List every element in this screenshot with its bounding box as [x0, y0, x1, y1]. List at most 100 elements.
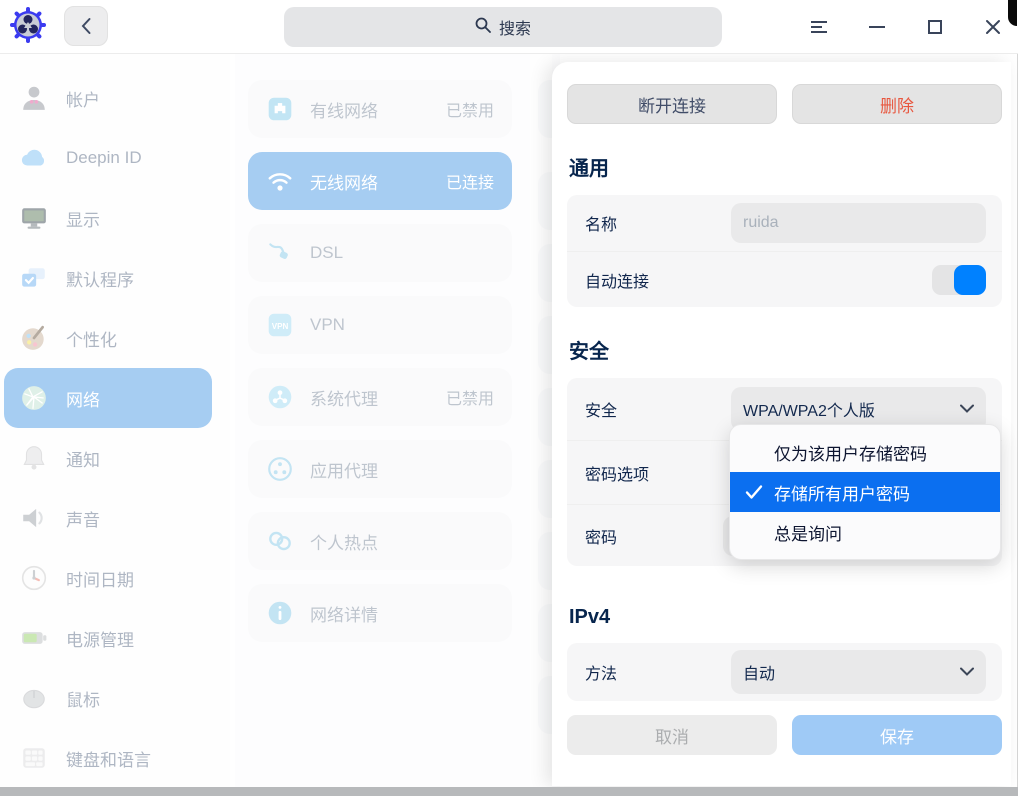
network-item-vpn[interactable]: VPN VPN — [248, 296, 512, 354]
delete-button[interactable]: 删除 — [792, 84, 1002, 124]
control-center-window: 搜索 帐户 Deepin ID 显示 默认程序个性化网络通知声音时间日期电源管理鼠标键… — [0, 0, 1018, 796]
bell-icon — [20, 444, 48, 472]
sidebar-item-keyboard[interactable]: 键盘和语言 — [4, 728, 212, 788]
network-item-dsl[interactable]: DSL — [248, 224, 512, 282]
hotspot-icon — [266, 527, 294, 555]
sidebar-item-network[interactable]: 网络 — [4, 368, 212, 428]
dsl-icon — [266, 239, 294, 267]
password-option-label: 密码选项 — [585, 466, 650, 484]
cloud-icon — [20, 144, 48, 172]
network-item-hotspot[interactable]: 个人热点 — [248, 512, 512, 570]
network-item-wired[interactable]: 有线网络 已禁用 — [248, 80, 512, 138]
battery-icon — [20, 624, 48, 652]
security-label: 安全 — [585, 403, 618, 420]
sidebar-item-label: 通知 — [66, 450, 100, 470]
window-corner-backdrop — [1008, 0, 1017, 26]
default-apps-icon — [20, 264, 48, 292]
minimize-icon[interactable] — [862, 12, 892, 42]
network-item-wireless[interactable]: 无线网络 已连接 — [248, 152, 512, 210]
palette-icon — [20, 324, 48, 352]
network-item-label: 个人热点 — [310, 533, 378, 553]
network-item-app-proxy[interactable]: 应用代理 — [248, 440, 512, 498]
search-placeholder: 搜索 — [498, 21, 531, 38]
toggle-knob — [954, 264, 986, 295]
vpn-icon: VPN — [266, 311, 294, 339]
network-item-net-details[interactable]: 网络详情 — [248, 584, 512, 642]
sidebar-item-datetime[interactable]: 时间日期 — [4, 548, 212, 608]
sidebar-item-label: 个性化 — [66, 330, 117, 350]
name-value: ruida — [743, 214, 779, 231]
menu-item[interactable]: 存储所有用户密码 — [730, 472, 1000, 512]
info-icon — [266, 599, 294, 627]
network-item-label: VPN — [310, 315, 345, 334]
search-icon — [475, 17, 491, 38]
svg-text:VPN: VPN — [272, 322, 289, 331]
general-section-title: 通用 — [569, 158, 609, 180]
general-group: 名称 ruida 自动连接 — [567, 195, 1002, 307]
sidebar-item-label: 声音 — [66, 510, 100, 530]
autoconnect-toggle[interactable] — [932, 264, 986, 295]
clock-icon — [20, 564, 48, 592]
sidebar-item-personalization[interactable]: 个性化 — [4, 308, 212, 368]
sidebar-item-label: 时间日期 — [66, 570, 134, 590]
titlebar: 搜索 — [0, 0, 1018, 54]
disconnect-button[interactable]: 断开连接 — [567, 84, 777, 124]
menu-item-label: 总是询问 — [774, 524, 842, 544]
autoconnect-row: 自动连接 — [567, 251, 1002, 307]
name-row: 名称 ruida — [567, 195, 1002, 251]
menu-item-label: 仅为该用户存储密码 — [774, 444, 927, 464]
sidebar-item-power[interactable]: 电源管理 — [4, 608, 212, 668]
network-type-list: 有线网络 已禁用 无线网络 已连接 DSL VPN VPN 系统代理 已禁用 应用代理 个人热点 网络… — [235, 54, 530, 787]
sidebar-item-sound[interactable]: 声音 — [4, 488, 212, 548]
method-label: 方法 — [585, 666, 618, 683]
app-proxy-icon — [266, 455, 294, 483]
close-icon[interactable] — [978, 12, 1008, 42]
network-globe-icon — [20, 384, 48, 412]
search-input[interactable]: 搜索 — [284, 7, 722, 47]
maximize-icon[interactable] — [920, 12, 950, 42]
chevron-down-icon — [960, 400, 974, 418]
display-icon — [20, 204, 48, 232]
menu-item-label: 存储所有用户密码 — [774, 484, 910, 504]
menu-item[interactable]: 总是询问 — [735, 512, 995, 552]
method-select[interactable]: 自动 — [731, 650, 986, 694]
sidebar-item-accounts[interactable]: 帐户 — [4, 68, 212, 128]
sidebar-item-default-apps[interactable]: 默认程序 — [4, 248, 212, 308]
security-section-title: 安全 — [569, 341, 609, 363]
back-button[interactable] — [64, 6, 108, 46]
window-controls — [804, 0, 1008, 54]
cancel-button[interactable]: 取消 — [567, 715, 777, 755]
sidebar-item-deepin-id[interactable]: Deepin ID — [4, 128, 212, 188]
sidebar-item-mouse[interactable]: 鼠标 — [4, 668, 212, 728]
status-badge: 已禁用 — [445, 103, 494, 120]
name-label: 名称 — [585, 217, 618, 234]
chevron-down-icon — [960, 663, 974, 681]
sidebar-item-label: Deepin ID — [66, 148, 142, 167]
network-item-label: 系统代理 — [310, 389, 378, 409]
sidebar-item-label: 帐户 — [66, 90, 100, 110]
sidebar-item-label: 电源管理 — [66, 630, 134, 650]
wifi-icon — [266, 167, 294, 195]
password-options-menu: 仅为该用户存储密码 存储所有用户密码 总是询问 — [729, 424, 1001, 560]
menu-icon[interactable] — [804, 12, 834, 42]
network-item-system-proxy[interactable]: 系统代理 已禁用 — [248, 368, 512, 426]
taskbar-strip — [0, 787, 1018, 796]
security-value: WPA/WPA2个人版 — [743, 403, 875, 420]
ethernet-icon — [266, 95, 294, 123]
network-item-label: 应用代理 — [310, 461, 378, 481]
sidebar-item-display[interactable]: 显示 — [4, 188, 212, 248]
menu-item[interactable]: 仅为该用户存储密码 — [735, 432, 995, 472]
speaker-icon — [20, 504, 48, 532]
ipv4-section-title: IPv4 — [569, 606, 611, 628]
status-badge: 已禁用 — [445, 391, 494, 408]
settings-sidebar: 帐户 Deepin ID 显示 默认程序个性化网络通知声音时间日期电源管理鼠标 键盘和语… — [0, 54, 230, 787]
account-icon — [20, 84, 48, 112]
method-row: 方法 自动 — [567, 643, 1002, 701]
status-badge: 已连接 — [445, 175, 494, 192]
network-item-label: 无线网络 — [310, 173, 378, 193]
name-input[interactable]: ruida — [731, 203, 986, 243]
save-button[interactable]: 保存 — [792, 715, 1002, 755]
autoconnect-label: 自动连接 — [585, 273, 650, 291]
sidebar-item-notification[interactable]: 通知 — [4, 428, 212, 488]
network-item-label: 有线网络 — [310, 101, 378, 121]
